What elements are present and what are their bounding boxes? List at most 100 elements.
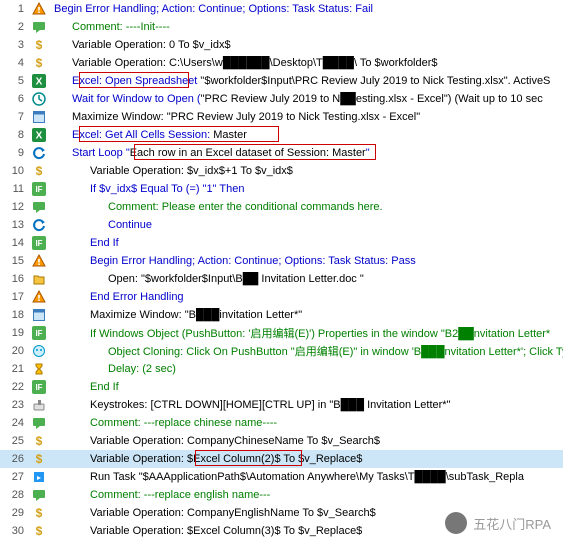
comment-icon <box>30 488 48 502</box>
code-list: 1 Begin Error Handling; Action: Continue;… <box>0 0 563 540</box>
command-text: Object Cloning: Click On PushButton "启用编… <box>50 343 563 359</box>
command-text: Variable Operation: CompanyChineseName T… <box>50 435 380 447</box>
code-row[interactable]: 11IFIf $v_idx$ Equal To (=) "1" Then <box>0 180 563 198</box>
command-text: Excel: Get All Cells Session: Master <box>50 129 247 141</box>
svg-text:$: $ <box>36 38 43 52</box>
svg-text:$: $ <box>36 506 43 520</box>
command-text: Comment: ---replace chinese name---- <box>50 417 277 429</box>
line-number: 2 <box>0 21 30 33</box>
command-text: Comment: ----Init---- <box>50 21 170 33</box>
line-number: 27 <box>0 471 30 483</box>
line-number: 9 <box>0 147 30 159</box>
loop-icon <box>30 218 48 232</box>
line-number: 29 <box>0 507 30 519</box>
code-row[interactable]: 4$Variable Operation: C:\Users\w██████\D… <box>0 54 563 72</box>
line-number: 12 <box>0 201 30 213</box>
var-icon: $ <box>30 506 48 520</box>
svg-text:IF: IF <box>35 185 42 194</box>
svg-text:X: X <box>36 77 43 88</box>
code-row[interactable]: 19IFIf Windows Object (PushButton: '启用编辑… <box>0 324 563 342</box>
code-row[interactable]: 1 Begin Error Handling; Action: Continue;… <box>0 0 563 18</box>
command-text: Excel: Open Spreadsheet "$workfolder$Inp… <box>50 75 550 87</box>
command-text: If $v_idx$ Equal To (=) "1" Then <box>50 183 244 195</box>
wait-icon <box>30 92 48 106</box>
svg-text:$: $ <box>36 434 43 448</box>
code-row[interactable]: 24 Comment: ---replace chinese name---- <box>0 414 563 432</box>
window-icon <box>30 110 48 124</box>
line-number: 22 <box>0 381 30 393</box>
watermark-logo-icon <box>445 512 467 534</box>
code-row[interactable]: 7Maximize Window: "PRC Review July 2019 … <box>0 108 563 126</box>
command-text: Variable Operation: 0 To $v_idx$ <box>50 39 231 51</box>
svg-text:$: $ <box>36 524 43 538</box>
code-row[interactable]: 28 Comment: ---replace english name--- <box>0 486 563 504</box>
svg-text:X: X <box>36 131 43 142</box>
warn-icon <box>30 290 48 304</box>
comment-icon <box>30 200 48 214</box>
var-icon: $ <box>30 38 48 52</box>
line-number: 17 <box>0 291 30 303</box>
code-row[interactable]: 26$Variable Operation: $Excel Column(2)$… <box>0 450 563 468</box>
code-row[interactable]: 21Delay: (2 sec) <box>0 360 563 378</box>
svg-text:IF: IF <box>35 239 42 248</box>
code-row[interactable]: 20 Object Cloning: Click On PushButton "启… <box>0 342 563 360</box>
command-text: Begin Error Handling; Action: Continue; … <box>50 3 373 15</box>
if-icon: IF <box>30 236 48 250</box>
svg-text:IF: IF <box>35 383 42 392</box>
loop-icon <box>30 146 48 160</box>
comment-icon <box>30 20 48 34</box>
svg-text:$: $ <box>36 164 43 178</box>
command-text: Begin Error Handling; Action: Continue; … <box>50 255 416 267</box>
comment-icon <box>30 416 48 430</box>
line-number: 20 <box>0 345 30 357</box>
code-row[interactable]: 8XExcel: Get All Cells Session: Master <box>0 126 563 144</box>
code-row[interactable]: 23Keystrokes: [CTRL DOWN][HOME][CTRL UP]… <box>0 396 563 414</box>
var-icon: $ <box>30 524 48 538</box>
var-icon: $ <box>30 434 48 448</box>
key-icon <box>30 398 48 412</box>
code-row[interactable]: 10$Variable Operation: $v_idx$+1 To $v_i… <box>0 162 563 180</box>
window-icon <box>30 308 48 322</box>
watermark-text: 五花八门RPA <box>473 514 551 533</box>
svg-text:$: $ <box>36 452 43 466</box>
delay-icon <box>30 362 48 376</box>
warn-icon <box>30 254 48 268</box>
line-number: 13 <box>0 219 30 231</box>
code-row[interactable]: 2 Comment: ----Init---- <box>0 18 563 36</box>
command-text: Continue <box>50 219 152 231</box>
line-number: 6 <box>0 93 30 105</box>
clone-icon <box>30 344 48 358</box>
command-text: Comment: ---replace english name--- <box>50 489 270 501</box>
command-text: Comment: Please enter the conditional co… <box>50 201 383 213</box>
watermark: 五花八门RPA <box>445 512 551 534</box>
line-number: 10 <box>0 165 30 177</box>
code-row[interactable]: 22IFEnd If <box>0 378 563 396</box>
svg-text:$: $ <box>36 56 43 70</box>
line-number: 1 <box>0 3 30 15</box>
code-row[interactable]: 17 End Error Handling <box>0 288 563 306</box>
code-row[interactable]: 15Begin Error Handling; Action: Continue… <box>0 252 563 270</box>
code-row[interactable]: 3$Variable Operation: 0 To $v_idx$ <box>0 36 563 54</box>
code-row[interactable]: 25$Variable Operation: CompanyChineseNam… <box>0 432 563 450</box>
warn-icon <box>30 2 48 16</box>
code-row[interactable]: 27 Run Task "$AAApplicationPath$\Automati… <box>0 468 563 486</box>
svg-text:IF: IF <box>35 329 42 338</box>
command-text: Run Task "$AAApplicationPath$\Automation… <box>50 471 524 483</box>
if-icon: IF <box>30 326 48 340</box>
line-number: 4 <box>0 57 30 69</box>
code-row[interactable]: 5XExcel: Open Spreadsheet "$workfolder$I… <box>0 72 563 90</box>
code-row[interactable]: 18Maximize Window: "B███invitation Lette… <box>0 306 563 324</box>
code-row[interactable]: 14IFEnd If <box>0 234 563 252</box>
line-number: 16 <box>0 273 30 285</box>
open-icon <box>30 272 48 286</box>
code-row[interactable]: 16Open: "$workfolder$Input\B██ Invitatio… <box>0 270 563 288</box>
line-number: 28 <box>0 489 30 501</box>
command-text: End Error Handling <box>50 291 184 303</box>
line-number: 19 <box>0 327 30 339</box>
code-row[interactable]: 13 Continue <box>0 216 563 234</box>
code-row[interactable]: 6Wait for Window to Open ("PRC Review Ju… <box>0 90 563 108</box>
code-row[interactable]: 9Start Loop "Each row in an Excel datase… <box>0 144 563 162</box>
line-number: 24 <box>0 417 30 429</box>
code-row[interactable]: 12 Comment: Please enter the conditional … <box>0 198 563 216</box>
command-text: End If <box>50 237 119 249</box>
